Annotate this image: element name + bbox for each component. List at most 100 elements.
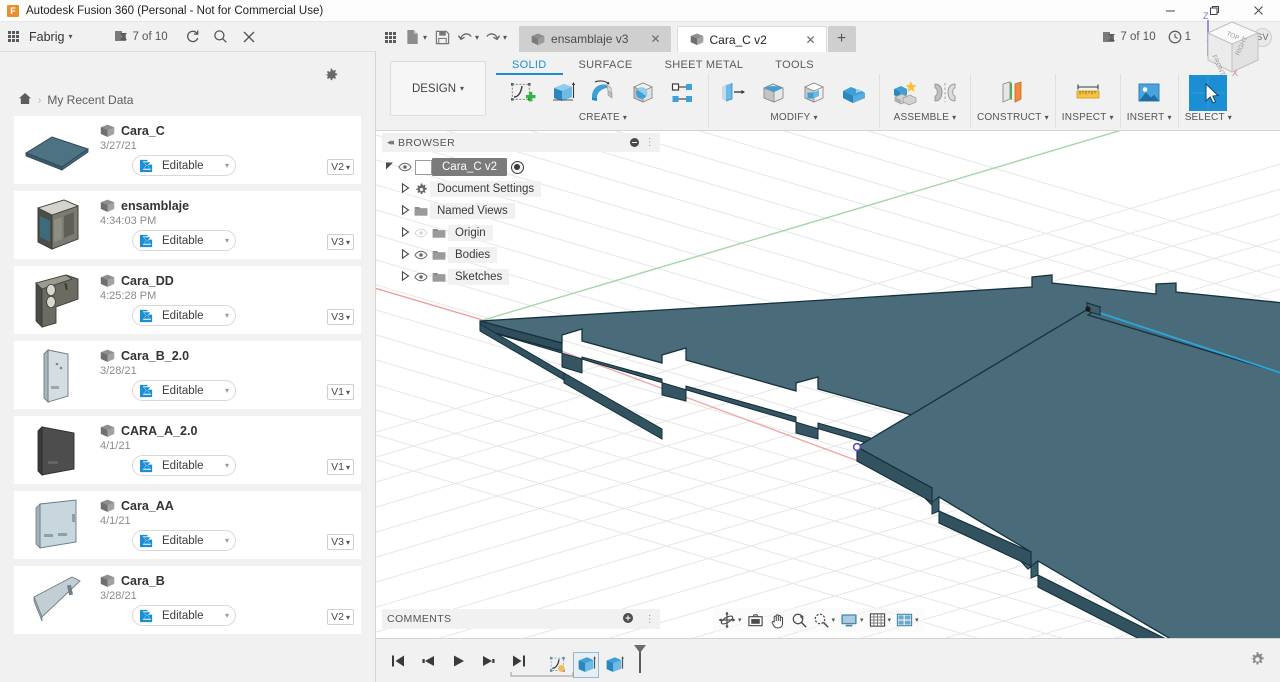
add-circle-icon[interactable] (622, 612, 633, 626)
zoom-in-icon[interactable] (789, 609, 810, 631)
display-settings-icon[interactable]: ▾ (838, 609, 866, 631)
item-status-dropdown[interactable]: Editable ▾ (132, 605, 236, 626)
settings-gear-icon[interactable] (324, 68, 339, 86)
collapse-icon[interactable]: ◂◂ (387, 137, 394, 148)
tab-tools[interactable]: TOOLS (759, 56, 830, 73)
activate-radio-icon[interactable] (510, 160, 524, 174)
grip-icon[interactable]: ⋮ (645, 614, 655, 625)
item-status-dropdown[interactable]: Editable ▾ (132, 530, 236, 551)
list-item[interactable]: Cara_AA 4/1/21 Editable ▾ V3 ▾ (14, 491, 361, 559)
breadcrumb-label[interactable]: My Recent Data (47, 93, 133, 107)
new-sketch-icon[interactable] (504, 75, 542, 111)
zoom-window-icon[interactable]: ▾ (811, 609, 838, 631)
combine-icon[interactable] (835, 75, 873, 111)
item-status-dropdown[interactable]: Editable ▾ (132, 305, 236, 326)
item-version-dropdown[interactable]: V3 ▾ (327, 234, 354, 250)
grid-snaps-icon[interactable]: ▾ (867, 609, 894, 631)
minus-circle-icon[interactable] (629, 138, 639, 147)
grip-icon[interactable]: ⋮ (645, 137, 655, 148)
new-tab-button[interactable]: + (827, 26, 856, 52)
list-item[interactable]: Cara_B 3/28/21 Editable ▾ V2 ▾ (14, 566, 361, 634)
press-pull-icon[interactable] (715, 75, 753, 111)
expand-triangle-icon[interactable] (398, 182, 412, 195)
list-item[interactable]: Cara_C 3/27/21 Editable ▾ V2 ▾ (14, 116, 361, 184)
job-status[interactable]: 7 of 10 (114, 30, 168, 43)
fillet-icon[interactable] (755, 75, 793, 111)
eye-icon[interactable] (412, 272, 430, 282)
chevron-down-icon[interactable]: ▾ (738, 616, 742, 624)
pattern-icon[interactable] (664, 75, 702, 111)
chevron-down-icon[interactable]: ▾ (832, 616, 836, 624)
workspace-switcher[interactable]: DESIGN ▾ (390, 61, 486, 116)
step-forward-icon[interactable] (480, 651, 496, 671)
view-cube[interactable]: Z X TOP FRONT RIGHT (1192, 10, 1272, 93)
account-name[interactable]: Fabrig (29, 30, 64, 44)
grid-panel-icon[interactable] (380, 25, 402, 49)
play-icon[interactable] (450, 651, 466, 671)
close-icon[interactable]: ✕ (789, 33, 815, 47)
chevron-down-icon[interactable]: ▾ (225, 536, 229, 545)
chevron-down-icon[interactable]: ▾ (860, 616, 864, 624)
joint-icon[interactable] (926, 75, 964, 111)
minimize-button[interactable] (1148, 0, 1192, 22)
refresh-icon[interactable] (182, 26, 204, 48)
measure-icon[interactable] (1069, 75, 1107, 111)
list-item[interactable]: ensamblaje 4:34:03 PM Editable ▾ V3 ▾ (14, 191, 361, 259)
tab-sheet-metal[interactable]: SHEET METAL (649, 56, 760, 73)
document-tab-ensamblaje[interactable]: ensamblaje v3 ✕ (519, 26, 671, 52)
list-item[interactable]: CARA_A_2.0 4/1/21 Editable ▾ V1 ▾ (14, 416, 361, 484)
chevron-down-icon[interactable]: ▾ (915, 616, 919, 624)
orbit-icon[interactable]: ▾ (716, 609, 744, 631)
extrude-feature-icon[interactable] (573, 652, 599, 678)
document-tab-cara-c[interactable]: Cara_C v2 ✕ (676, 26, 827, 52)
sphere-icon[interactable] (624, 75, 662, 111)
chevron-down-icon[interactable]: ▾ (225, 236, 229, 245)
shell-icon[interactable] (795, 75, 833, 111)
timeline-end-marker-icon[interactable] (632, 644, 648, 677)
item-version-dropdown[interactable]: V1 ▾ (327, 459, 354, 475)
revolve-icon[interactable] (584, 75, 622, 111)
item-version-dropdown[interactable]: V3 ▾ (327, 534, 354, 550)
sketch-feature-icon[interactable] (546, 653, 570, 677)
expand-triangle-icon[interactable] (398, 226, 412, 239)
list-item[interactable]: Cara_B_2.0 3/28/21 Editable ▾ V1 ▾ (14, 341, 361, 409)
browser-node-origin[interactable]: Origin (382, 222, 660, 244)
show-data-panel-icon[interactable] (8, 31, 21, 42)
chevron-down-icon[interactable]: ▾ (888, 616, 892, 624)
chevron-down-icon[interactable]: ▾ (503, 33, 507, 42)
ribbon-group-construct-label[interactable]: CONSTRUCT ▾ (977, 112, 1049, 123)
home-icon[interactable] (18, 92, 32, 108)
chevron-down-icon[interactable]: ▾ (68, 32, 72, 41)
close-panel-icon[interactable] (238, 26, 260, 48)
item-version-dropdown[interactable]: V2 ▾ (327, 159, 354, 175)
extrude-feature-icon[interactable] (602, 653, 626, 677)
eye-icon[interactable] (396, 162, 414, 172)
extension-manager[interactable]: 1 (1168, 30, 1191, 44)
skip-to-end-icon[interactable] (510, 651, 526, 671)
comments-panel-header[interactable]: COMMENTS ⋮ (382, 609, 660, 629)
ribbon-group-inspect-label[interactable]: INSPECT ▾ (1062, 112, 1114, 123)
item-status-dropdown[interactable]: Editable ▾ (132, 230, 236, 251)
ribbon-group-modify-label[interactable]: MODIFY ▾ (770, 112, 817, 123)
expand-triangle-icon[interactable] (382, 162, 396, 173)
eye-icon[interactable] (412, 228, 430, 238)
save-icon[interactable] (431, 25, 453, 49)
chevron-down-icon[interactable]: ▾ (225, 461, 229, 470)
job-status[interactable]: 7 of 10 (1102, 31, 1156, 44)
tab-solid[interactable]: SOLID (496, 56, 563, 75)
chevron-down-icon[interactable]: ▾ (225, 386, 229, 395)
browser-node-bodies[interactable]: Bodies (382, 244, 660, 266)
item-version-dropdown[interactable]: V3 ▾ (327, 309, 354, 325)
item-status-dropdown[interactable]: Editable ▾ (132, 380, 236, 401)
close-icon[interactable]: ✕ (634, 32, 660, 46)
expand-triangle-icon[interactable] (398, 248, 412, 261)
ribbon-group-insert-label[interactable]: INSERT ▾ (1127, 112, 1172, 123)
new-component-icon[interactable] (886, 75, 924, 111)
browser-node-sketches[interactable]: Sketches (382, 266, 660, 288)
item-status-dropdown[interactable]: Editable ▾ (132, 455, 236, 476)
item-status-dropdown[interactable]: Editable ▾ (132, 155, 236, 176)
item-version-dropdown[interactable]: V2 ▾ (327, 609, 354, 625)
search-icon[interactable] (210, 26, 232, 48)
expand-triangle-icon[interactable] (398, 204, 412, 217)
chevron-down-icon[interactable]: ▾ (475, 33, 479, 42)
